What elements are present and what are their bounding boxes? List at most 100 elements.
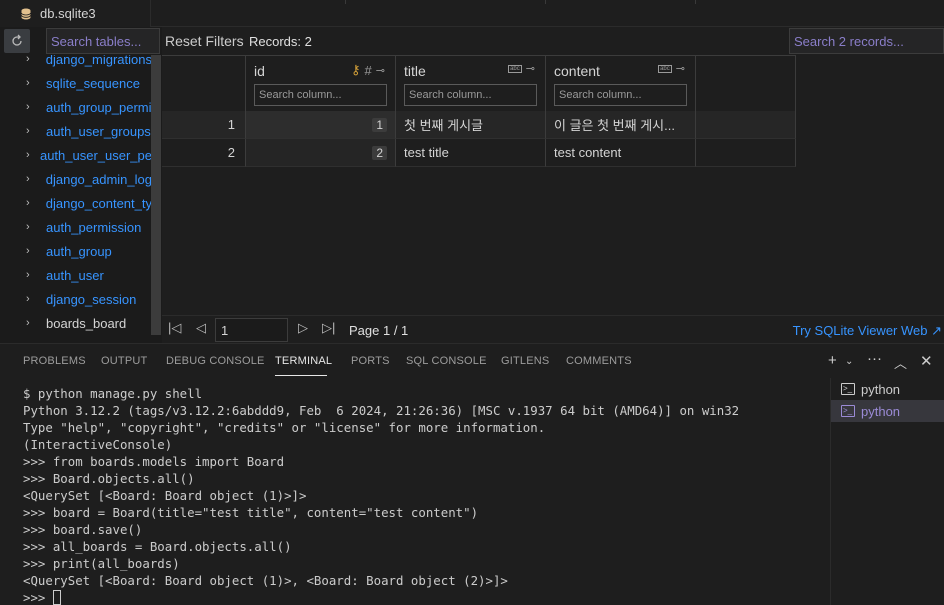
pin-icon[interactable]: ⊸ [676,62,685,75]
table-list-item[interactable]: › auth_user [0,263,152,287]
editor-tab-db[interactable]: db.sqlite3 [0,0,151,27]
close-panel-icon[interactable]: ✕ [920,352,933,370]
terminal-icon: >_ [841,405,855,417]
table-list-item[interactable]: › django_session [0,287,152,311]
last-page-button[interactable]: ▷| [322,320,335,336]
session-label: python [861,403,901,419]
grid-cell-rownum[interactable]: 2 [162,139,246,167]
terminal-cursor [52,590,61,605]
rownum-header [162,55,246,111]
table-search-input[interactable] [46,28,160,54]
tab-problems[interactable]: PROBLEMS [23,355,86,367]
tab-gitlens[interactable]: GITLENS [501,355,549,367]
terminal-line: >>> print(all_boards) [23,556,180,571]
refresh-icon [12,34,22,46]
chevron-right-icon: › [26,245,30,257]
terminal-session-1[interactable]: >_ python [831,378,944,400]
column-search-input[interactable] [254,84,387,106]
grid-cell-rownum[interactable]: 1 [162,111,246,139]
grid-cell-empty[interactable] [696,111,796,139]
column-header-title[interactable]: title abc ⊸ [396,55,546,111]
table-list-item[interactable]: › django_migrations [0,55,152,71]
table-list-item[interactable]: › boards_board [0,311,152,335]
column-icons: abc ⊸ [658,62,685,75]
table-name: django_admin_log [45,171,152,187]
key-icon: ⚷ [351,62,361,77]
reset-filters-button[interactable]: Reset Filters [165,33,244,49]
tab-debug-console[interactable]: DEBUG CONSOLE [166,355,265,367]
empty-header [696,55,796,111]
column-header-id[interactable]: id ⚷ # ⊸ [246,55,396,111]
tab-ports[interactable]: PORTS [351,355,390,367]
table-list-item[interactable]: › auth_user_groups [0,119,152,143]
table-list-item[interactable]: › sqlite_sequence [0,71,152,95]
terminal-line: <QuerySet [<Board: Board object (1)>, <B… [23,573,508,588]
terminal-line: $ python manage.py shell [23,386,203,401]
tab-sql-console[interactable]: SQL CONSOLE [406,355,487,367]
records-search-input[interactable] [789,28,944,54]
column-search-input[interactable] [404,84,537,106]
tab-output[interactable]: OUTPUT [101,355,147,367]
tab-comments[interactable]: COMMENTS [566,355,632,367]
table-name: auth_user [46,267,104,283]
table-list-item[interactable]: › auth_permission [0,215,152,239]
table-list-item[interactable]: › django_admin_log [0,167,152,191]
refresh-button[interactable] [4,29,30,53]
tab-terminal[interactable]: TERMINAL [275,355,332,367]
chevron-right-icon: › [26,125,30,137]
column-name: title [404,63,426,79]
terminal-line: (InteractiveConsole) [23,437,173,452]
grid-cell-content[interactable]: test content [546,139,696,167]
terminal-prompt: >>> [23,590,53,605]
pin-icon[interactable]: ⊸ [526,62,535,75]
table-list-item[interactable]: › auth_user_user_pe [0,143,152,167]
chevron-right-icon: › [26,101,30,113]
table-name: auth_user_groups [46,123,151,139]
terminal-prompt-line[interactable]: >>> [23,589,830,605]
chevron-right-icon: › [26,197,30,209]
column-header-content[interactable]: content abc ⊸ [546,55,696,111]
table-name: django_migrations [45,55,152,67]
terminal-session-2[interactable]: >_ python [831,400,944,422]
terminal-line: >>> board = Board(title="test title", co… [23,505,479,520]
terminal-output[interactable]: $ python manage.py shell Python 3.12.2 (t… [0,378,830,605]
next-page-button[interactable]: ▷ [298,320,308,336]
page-input[interactable] [215,318,288,342]
pin-icon[interactable]: ⊸ [376,64,385,77]
new-terminal-icon[interactable]: + [828,352,837,369]
table-name: auth_group_permi [46,99,152,115]
first-page-button[interactable]: |◁ [168,320,181,336]
grid-cell-title[interactable]: test title [396,139,546,167]
grid-cell-title[interactable]: 첫 번째 게시글 [396,111,546,139]
active-tab-indicator [275,375,327,376]
tab-divider [695,0,696,4]
page-info: Page 1 / 1 [349,323,409,338]
number-type-icon: # [364,62,372,78]
grid-cell-empty[interactable] [696,139,796,167]
table-list-item[interactable]: › django_content_ty [0,191,152,215]
chevron-right-icon: › [26,317,30,329]
column-name: id [254,63,265,79]
terminal-line: >>> from boards.models import Board [23,454,285,469]
more-actions-icon[interactable]: ··· [867,350,882,367]
grid-cell-id[interactable]: 1 [246,111,396,139]
column-search-input[interactable] [554,84,687,106]
terminal-sessions: >_ python >_ python [830,378,944,605]
sidebar-scrollbar[interactable] [151,55,161,335]
chevron-down-icon[interactable]: ⌄ [845,356,853,367]
maximize-panel-icon[interactable]: ︿ [894,353,907,372]
terminal-line: >>> all_boards = Board.objects.all() [23,539,292,554]
data-grid-panel: Reset Filters Records: 2 id ⚷ # ⊸ title … [162,27,944,343]
table-list-item[interactable]: › auth_group [0,239,152,263]
table-list-item[interactable]: › auth_group_permi [0,95,152,119]
terminal-line: Type "help", "copyright", "credits" or "… [23,420,546,435]
table-name: sqlite_sequence [46,75,140,91]
grid-cell-content[interactable]: 이 글은 첫 번째 게시... [546,111,696,139]
grid-cell-id[interactable]: 2 [246,139,396,167]
chevron-right-icon: › [26,77,30,89]
prev-page-button[interactable]: ◁ [196,320,206,336]
try-sqlite-viewer-link[interactable]: Try SQLite Viewer Web ↗ [793,323,942,339]
table-name: auth_permission [46,219,142,235]
text-type-icon: abc [508,64,522,73]
database-icon [21,8,31,19]
